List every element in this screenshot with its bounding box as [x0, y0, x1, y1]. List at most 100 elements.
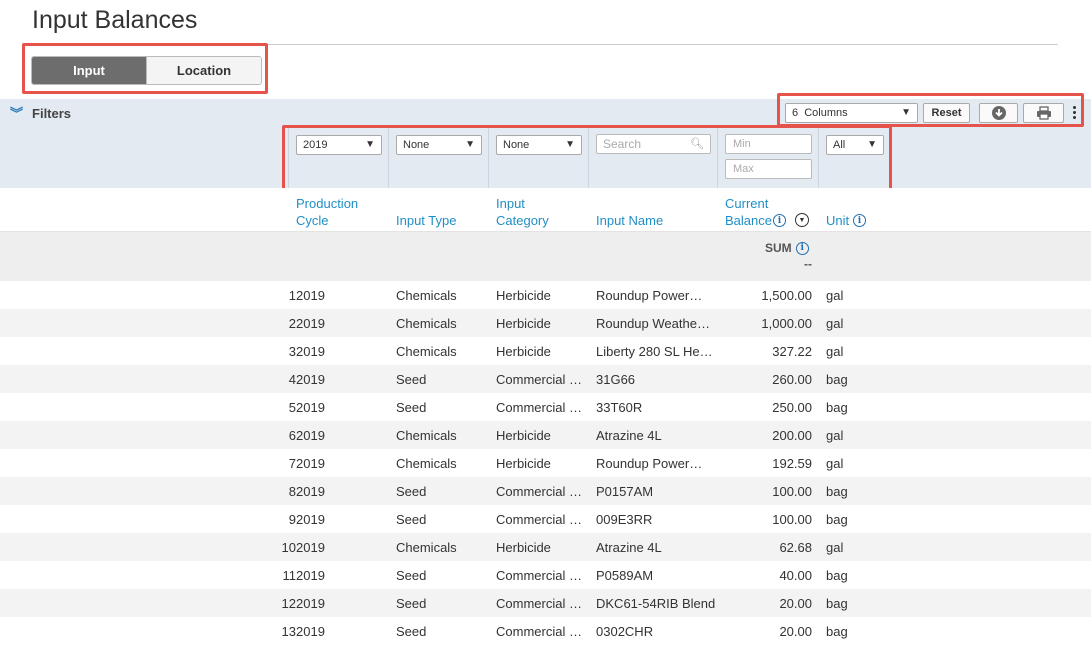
cell-current-balance: 1,000.00 — [761, 316, 812, 331]
cell-input-category: Commercial … — [496, 400, 582, 415]
cell-input-type: Seed — [396, 372, 427, 387]
cell-production-cycle: 2019 — [296, 456, 325, 471]
row-number: 5 — [288, 400, 296, 415]
header-input-type[interactable]: Input Type — [396, 212, 456, 229]
table-row[interactable]: 12 2019 Seed Commercial … DKC61-54RIB Blend 2… — [0, 589, 1091, 617]
cell-input-type: Chemicals — [396, 288, 457, 303]
cell-input-category: Herbicide — [496, 540, 551, 555]
cell-input-type: Chemicals — [396, 540, 457, 555]
cell-input-name: Atrazine 4L — [596, 428, 662, 443]
cell-unit: gal — [826, 540, 844, 555]
table-row[interactable]: 1 2019 Chemicals Herbicide Roundup Power… 1,5… — [0, 281, 1091, 309]
cell-input-name: Liberty 280 SL He… — [596, 344, 713, 359]
cell-current-balance: 100.00 — [772, 512, 812, 527]
cell-unit: gal — [826, 316, 844, 331]
row-number: 8 — [288, 484, 296, 499]
cell-input-category: Herbicide — [496, 288, 551, 303]
summary-label-text: SUM — [765, 241, 792, 255]
header-input-category[interactable]: Input Category — [496, 195, 566, 229]
cell-input-category: Herbicide — [496, 316, 551, 331]
cell-current-balance: 260.00 — [772, 372, 812, 387]
header-production-cycle[interactable]: Production Cycle — [296, 195, 381, 229]
highlight-view-toggle — [22, 43, 268, 94]
cell-input-type: Seed — [396, 484, 427, 499]
row-number: 9 — [288, 512, 296, 527]
table-row[interactable]: 5 2019 Seed Commercial … 33T60R 250.00 bag — [0, 393, 1091, 421]
cell-current-balance: 40.00 — [779, 568, 812, 583]
header-unit[interactable]: Unit — [826, 212, 849, 229]
cell-input-name: P0157AM — [596, 484, 654, 499]
cell-input-name: Atrazine 4L — [596, 540, 662, 555]
cell-production-cycle: 2019 — [296, 624, 325, 639]
info-icon[interactable]: i — [773, 214, 786, 227]
table-body: 1 2019 Chemicals Herbicide Roundup Power… 1,5… — [0, 281, 1091, 645]
table-row[interactable]: 8 2019 Seed Commercial … P0157AM 100.00 bag — [0, 477, 1091, 505]
row-number: 10 — [281, 540, 296, 555]
cell-unit: bag — [826, 400, 848, 415]
header-current-balance[interactable]: Current Balance — [725, 195, 777, 229]
cell-unit: bag — [826, 568, 848, 583]
table-row[interactable]: 7 2019 Chemicals Herbicide Roundup Power… 192… — [0, 449, 1091, 477]
cell-input-type: Seed — [396, 596, 427, 611]
row-number: 12 — [281, 596, 296, 611]
table-row[interactable]: 4 2019 Seed Commercial … 31G66 260.00 bag — [0, 365, 1091, 393]
cell-production-cycle: 2019 — [296, 372, 325, 387]
table-row[interactable]: 13 2019 Seed Commercial … 0302CHR 20.00 bag — [0, 617, 1091, 645]
table-row[interactable]: 11 2019 Seed Commercial … P0589AM 40.00 bag — [0, 561, 1091, 589]
table-row[interactable]: 3 2019 Chemicals Herbicide Liberty 280 SL He… — [0, 337, 1091, 365]
cell-production-cycle: 2019 — [296, 428, 325, 443]
cell-production-cycle: 2019 — [296, 512, 325, 527]
cell-production-cycle: 2019 — [296, 568, 325, 583]
cell-input-category: Commercial … — [496, 568, 582, 583]
cell-unit: gal — [826, 344, 844, 359]
summary-value: -- — [804, 257, 812, 271]
cell-input-category: Commercial … — [496, 484, 582, 499]
row-number: 13 — [281, 624, 296, 639]
row-number: 7 — [288, 456, 296, 471]
table-row[interactable]: 9 2019 Seed Commercial … 009E3RR 100.00 bag — [0, 505, 1091, 533]
cell-input-name: Roundup Power… — [596, 456, 703, 471]
cell-production-cycle: 2019 — [296, 344, 325, 359]
table-row[interactable]: 2 2019 Chemicals Herbicide Roundup Weathe… 1,… — [0, 309, 1091, 337]
row-number: 2 — [288, 316, 296, 331]
cell-input-type: Seed — [396, 512, 427, 527]
summary-row — [0, 232, 1091, 281]
double-chevron-down-icon: ︾ — [10, 105, 24, 121]
summary-label: SUM i — [765, 241, 809, 255]
cell-current-balance: 62.68 — [779, 540, 812, 555]
cell-input-name: 009E3RR — [596, 512, 653, 527]
cell-input-name: 33T60R — [596, 400, 643, 415]
cell-input-type: Seed — [396, 568, 427, 583]
cell-production-cycle: 2019 — [296, 484, 325, 499]
highlight-toolbar — [777, 93, 1084, 127]
cell-input-type: Seed — [396, 400, 427, 415]
cell-unit: bag — [826, 624, 848, 639]
table-row[interactable]: 6 2019 Chemicals Herbicide Atrazine 4L 200.00… — [0, 421, 1091, 449]
cell-input-category: Herbicide — [496, 456, 551, 471]
row-number: 1 — [288, 288, 296, 303]
cell-input-category: Herbicide — [496, 428, 551, 443]
cell-unit: bag — [826, 484, 848, 499]
info-icon[interactable]: i — [795, 241, 809, 255]
cell-unit: bag — [826, 372, 848, 387]
info-icon[interactable]: i — [853, 214, 866, 227]
cell-input-name: DKC61-54RIB Blend — [596, 596, 716, 611]
cell-input-type: Chemicals — [396, 456, 457, 471]
cell-production-cycle: 2019 — [296, 316, 325, 331]
row-number: 6 — [288, 428, 296, 443]
cell-input-category: Commercial … — [496, 596, 582, 611]
filters-label: Filters — [32, 106, 72, 121]
cell-input-category: Herbicide — [496, 344, 551, 359]
cell-current-balance: 250.00 — [772, 400, 812, 415]
row-number: 11 — [282, 568, 297, 583]
cell-production-cycle: 2019 — [296, 540, 325, 555]
header-input-name[interactable]: Input Name — [596, 212, 663, 229]
filters-toggle[interactable]: ︾ Filters — [10, 106, 71, 121]
sort-icon[interactable]: ▼ — [795, 213, 809, 227]
row-number: 4 — [288, 372, 296, 387]
table-row[interactable]: 10 2019 Chemicals Herbicide Atrazine 4L 62.68… — [0, 533, 1091, 561]
cell-input-type: Seed — [396, 624, 427, 639]
page-title: Input Balances — [32, 6, 198, 34]
cell-current-balance: 192.59 — [772, 456, 812, 471]
cell-production-cycle: 2019 — [296, 288, 325, 303]
